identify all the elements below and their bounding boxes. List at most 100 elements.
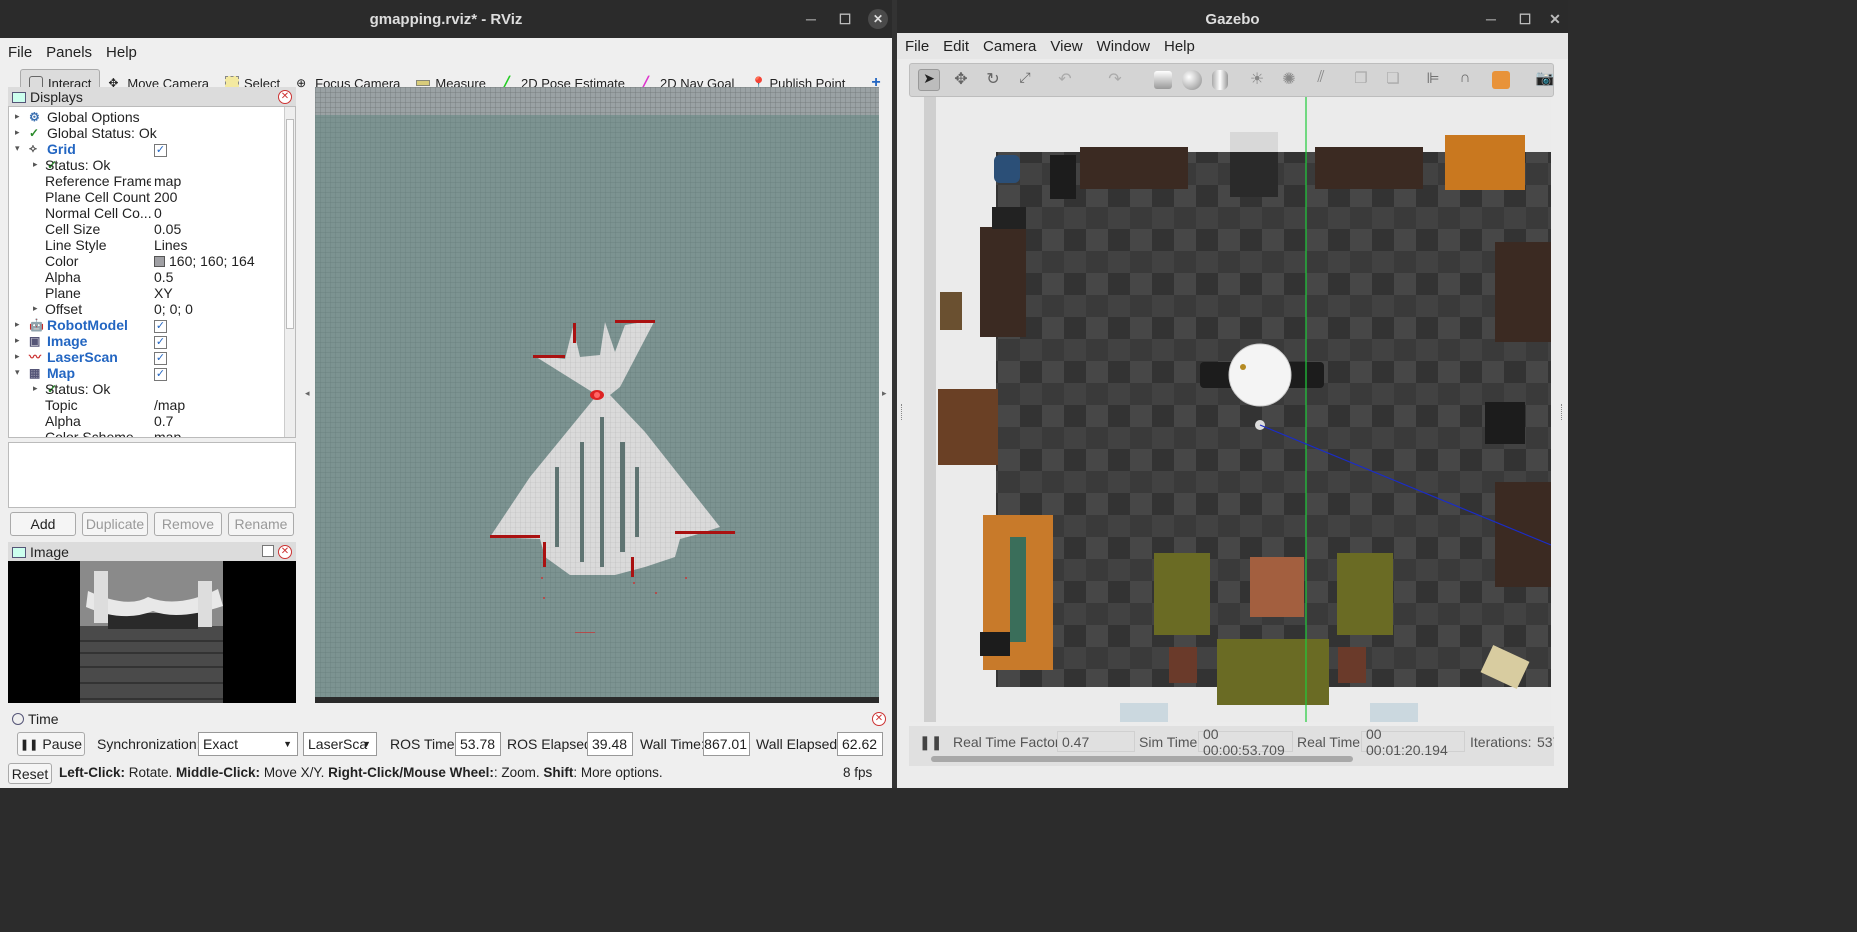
rviz-window: gmapping.rviz* - RViz ─ ☐ ✕ File Panels … <box>0 0 892 788</box>
desktop-strip <box>892 0 897 788</box>
pause-icon[interactable]: ❚❚ <box>919 734 942 751</box>
chevron-down-icon: ▼ <box>362 739 371 749</box>
expand-arrow-icon[interactable]: ▸ <box>33 159 38 170</box>
cylinder-shape-icon[interactable] <box>1212 70 1228 90</box>
expand-arrow-icon[interactable]: ▸ <box>33 383 38 394</box>
display-row-value[interactable]: map <box>154 428 182 438</box>
desktop-bottom <box>0 788 1857 932</box>
right-splitter-handle[interactable] <box>1561 404 1564 420</box>
expand-arrow-icon[interactable]: ▸ <box>15 319 20 330</box>
sync-mode-select[interactable]: Exact ▼ <box>198 732 298 756</box>
menu-file[interactable]: File <box>905 38 929 55</box>
gazebo-window-title: Gazebo <box>1205 10 1260 28</box>
left-splitter-handle[interactable] <box>901 404 904 420</box>
copy-icon[interactable]: ❐ <box>1350 69 1372 91</box>
pause-icon: ❚❚ <box>19 738 39 751</box>
redo-icon[interactable]: ↷ <box>1104 69 1126 91</box>
expand-arrow-icon[interactable]: ▸ <box>15 111 20 122</box>
spot-light-icon[interactable]: ✺ <box>1278 69 1300 91</box>
rename-display-button[interactable]: Rename <box>228 512 294 536</box>
color-swatch <box>154 256 165 268</box>
expand-arrow-icon[interactable]: ▸ <box>15 127 20 138</box>
gazebo-menubar: File Edit Camera View Window Help <box>897 33 1568 59</box>
wall-elapsed-label: Wall Elapsed: <box>756 736 842 752</box>
scrollbar[interactable] <box>284 107 295 437</box>
scale-mode-icon[interactable]: ⤢ <box>1014 69 1036 91</box>
monitor-icon <box>12 91 26 103</box>
displays-tree[interactable]: ▸ ⚙ Global Options ▸ ✓ Global Status: Ok ▾ ⟡ Gri… <box>8 106 296 438</box>
sphere-shape-icon[interactable] <box>1182 70 1202 90</box>
minimize-icon[interactable]: ─ <box>794 9 828 29</box>
reset-button[interactable]: Reset <box>8 763 52 784</box>
rtf-label: Real Time Factor: <box>953 734 1064 750</box>
time-panel-title: Time <box>28 711 59 727</box>
close-displays-icon[interactable]: ✕ <box>278 90 292 104</box>
snap-icon[interactable]: ∩ <box>1454 69 1476 91</box>
scrollbar-thumb[interactable] <box>286 119 294 329</box>
undo-icon[interactable]: ↶ <box>1054 69 1076 91</box>
collapse-arrow-icon[interactable]: ▾ <box>15 143 20 154</box>
screenshot-icon[interactable]: 📷 <box>1534 69 1556 91</box>
expand-arrow-icon[interactable]: ▸ <box>33 303 38 314</box>
rotate-mode-icon[interactable]: ↻ <box>982 69 1004 91</box>
add-display-button[interactable]: Add <box>10 512 76 536</box>
close-image-panel-icon[interactable]: ✕ <box>278 545 292 559</box>
display-row[interactable]: Color Scheme map <box>9 427 295 438</box>
menu-camera[interactable]: Camera <box>983 38 1036 55</box>
minimize-icon[interactable]: ─ <box>1474 9 1508 29</box>
menu-edit[interactable]: Edit <box>943 38 969 55</box>
grid-icon: ⟡ <box>29 141 37 155</box>
menu-help[interactable]: Help <box>1164 38 1195 55</box>
clock-icon <box>12 713 24 725</box>
select-mode-icon[interactable]: ➤ <box>918 69 940 91</box>
rtf-value: 0.47 <box>1057 731 1135 752</box>
real-time-label: Real Time: <box>1297 734 1364 750</box>
close-icon[interactable]: ✕ <box>868 9 888 29</box>
duplicate-display-button[interactable]: Duplicate <box>82 512 148 536</box>
menu-help[interactable]: Help <box>106 44 137 61</box>
gazebo-status-bar: ❚❚ Real Time Factor: 0.47 Sim Time: 00 0… <box>909 726 1554 766</box>
displays-title: Displays <box>30 89 83 105</box>
box-shape-icon[interactable] <box>1154 71 1172 89</box>
close-time-panel-icon[interactable]: ✕ <box>872 712 886 726</box>
translate-mode-icon[interactable]: ✥ <box>950 69 972 91</box>
pause-button[interactable]: ❚❚ Pause <box>17 732 85 756</box>
remove-display-button[interactable]: Remove <box>154 512 222 536</box>
help-text: Left-Click: Rotate. Middle-Click: Move X… <box>59 765 663 780</box>
horizontal-scrollbar[interactable] <box>931 756 1353 762</box>
gazebo-3d-scene[interactable] <box>910 97 1551 722</box>
display-row-value-text: map <box>154 428 182 438</box>
menu-file[interactable]: File <box>8 44 32 61</box>
menu-panels[interactable]: Panels <box>46 44 92 61</box>
directional-light-icon[interactable]: ⫽ <box>1310 69 1332 91</box>
collapse-arrow-icon[interactable]: ▾ <box>15 367 20 378</box>
sync-topic-select[interactable]: LaserSca ▼ <box>303 732 377 756</box>
camera-image <box>80 561 223 703</box>
right-dock-splitter-arrow[interactable]: ▸ <box>882 388 887 399</box>
sync-label: Synchronization: <box>97 736 201 752</box>
log-icon[interactable]: ▤ <box>1566 69 1568 91</box>
menu-view[interactable]: View <box>1050 38 1082 55</box>
rviz-3d-view[interactable] <box>315 87 879 703</box>
expand-arrow-icon[interactable]: ▸ <box>15 335 20 346</box>
ruler-icon <box>416 80 431 86</box>
display-row-key: Color Scheme <box>45 428 134 438</box>
rviz-titlebar[interactable]: gmapping.rviz* - RViz ─ ☐ ✕ <box>0 0 892 38</box>
menu-window[interactable]: Window <box>1097 38 1150 55</box>
close-icon[interactable]: ✕ <box>1542 9 1568 29</box>
chevron-down-icon: ▼ <box>283 739 292 749</box>
paste-icon[interactable]: ❏ <box>1382 69 1404 91</box>
float-panel-icon[interactable] <box>262 545 274 557</box>
left-dock-splitter-arrow[interactable]: ◂ <box>305 388 310 399</box>
rviz-menubar: File Panels Help <box>0 38 892 66</box>
maximize-icon[interactable]: ☐ <box>828 9 862 29</box>
point-light-icon[interactable]: ☀ <box>1246 69 1268 91</box>
expand-arrow-icon[interactable]: ▸ <box>15 351 20 362</box>
gear-icon: ⚙ <box>29 109 40 124</box>
sim-time-label: Sim Time: <box>1139 734 1202 750</box>
maximize-icon[interactable]: ☐ <box>1508 9 1542 29</box>
image-panel-header: Image ✕ <box>8 542 296 562</box>
iterations-label: Iterations: <box>1470 734 1532 750</box>
change-view-icon[interactable] <box>1492 71 1510 89</box>
align-icon[interactable]: ⊫ <box>1422 69 1444 91</box>
